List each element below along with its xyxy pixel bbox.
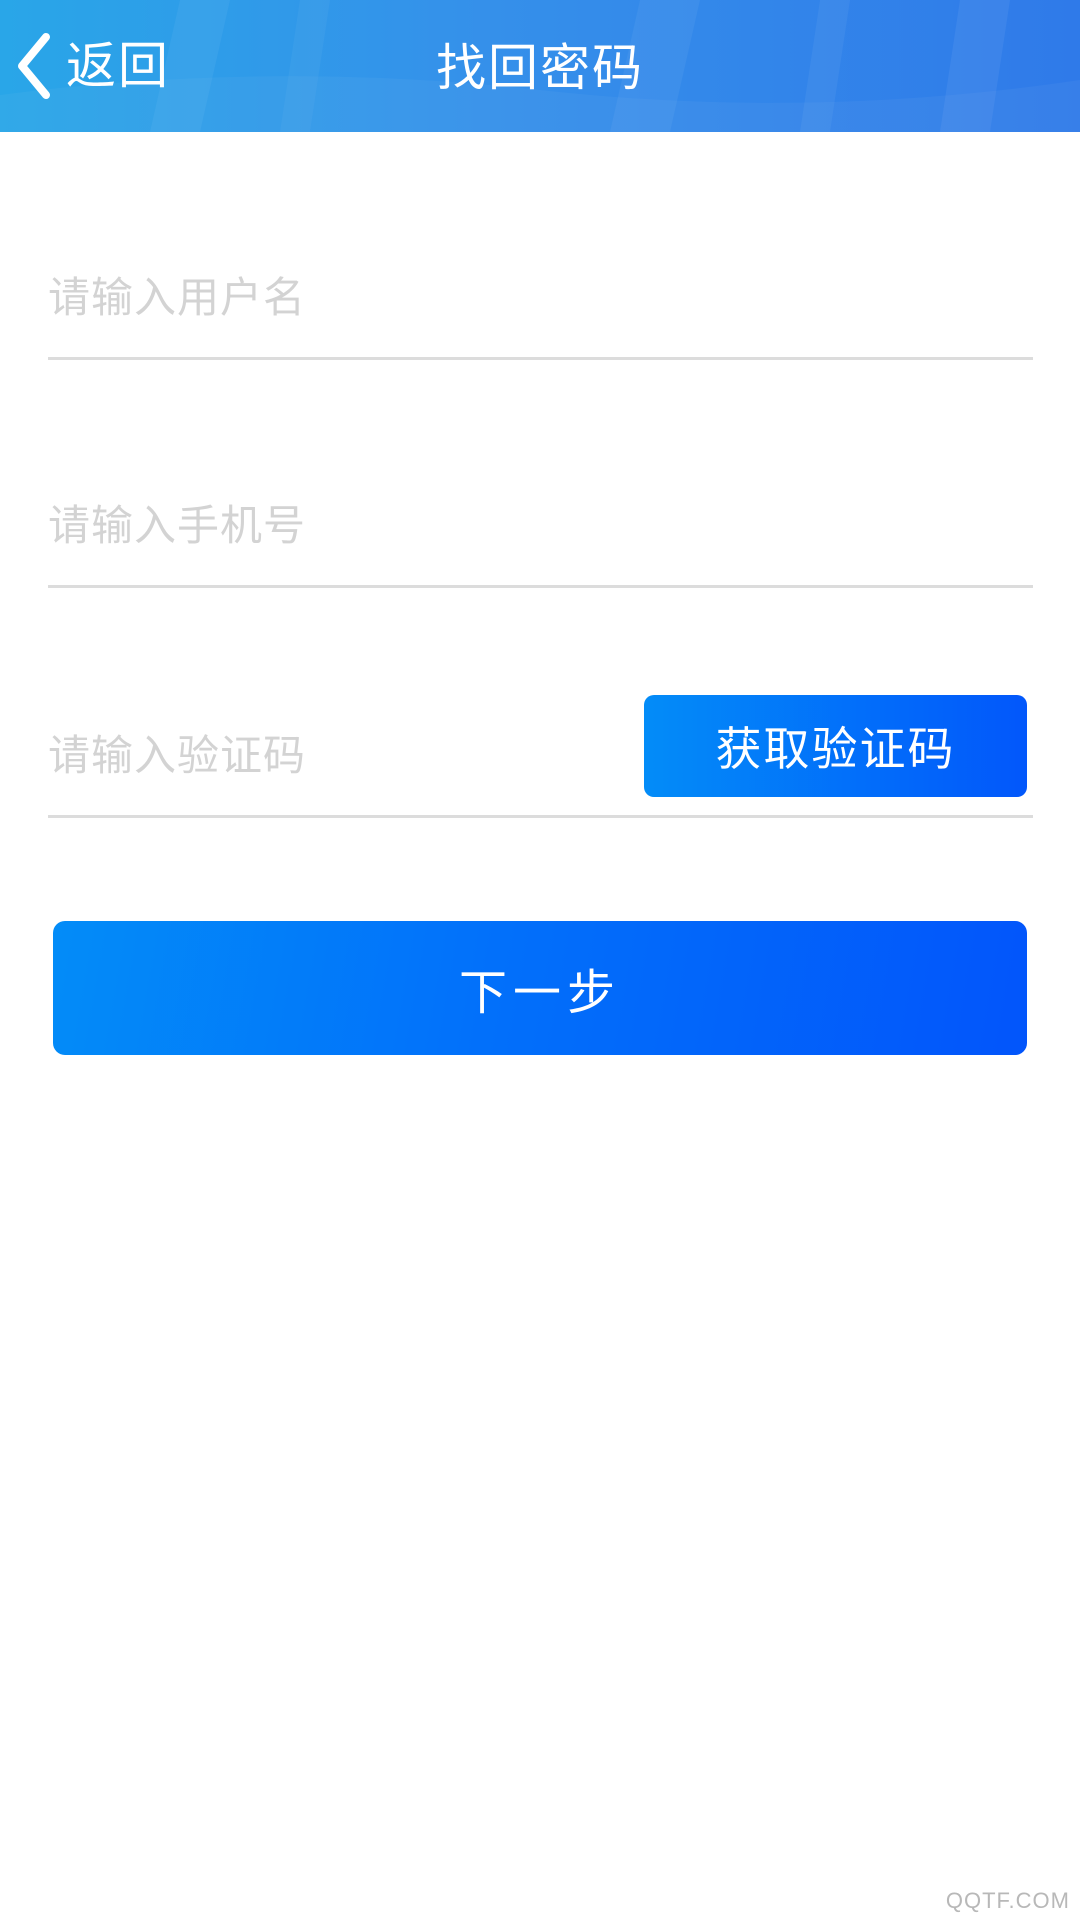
next-button[interactable]: 下一步 <box>53 921 1027 1055</box>
username-input[interactable] <box>48 237 1033 357</box>
phone-field <box>48 465 1033 588</box>
watermark: QQTF.COM <box>945 1888 1070 1913</box>
find-password-page: 返回 找回密码 获取验证码 下一步 QQTF.COM <box>0 0 1080 1920</box>
get-code-button[interactable]: 获取验证码 <box>644 695 1027 797</box>
code-input[interactable] <box>48 695 608 815</box>
phone-input[interactable] <box>48 465 1033 585</box>
header-bar: 返回 找回密码 <box>0 0 1080 132</box>
page-title: 找回密码 <box>436 39 644 97</box>
username-field <box>48 237 1033 360</box>
code-field: 获取验证码 <box>48 695 1033 818</box>
